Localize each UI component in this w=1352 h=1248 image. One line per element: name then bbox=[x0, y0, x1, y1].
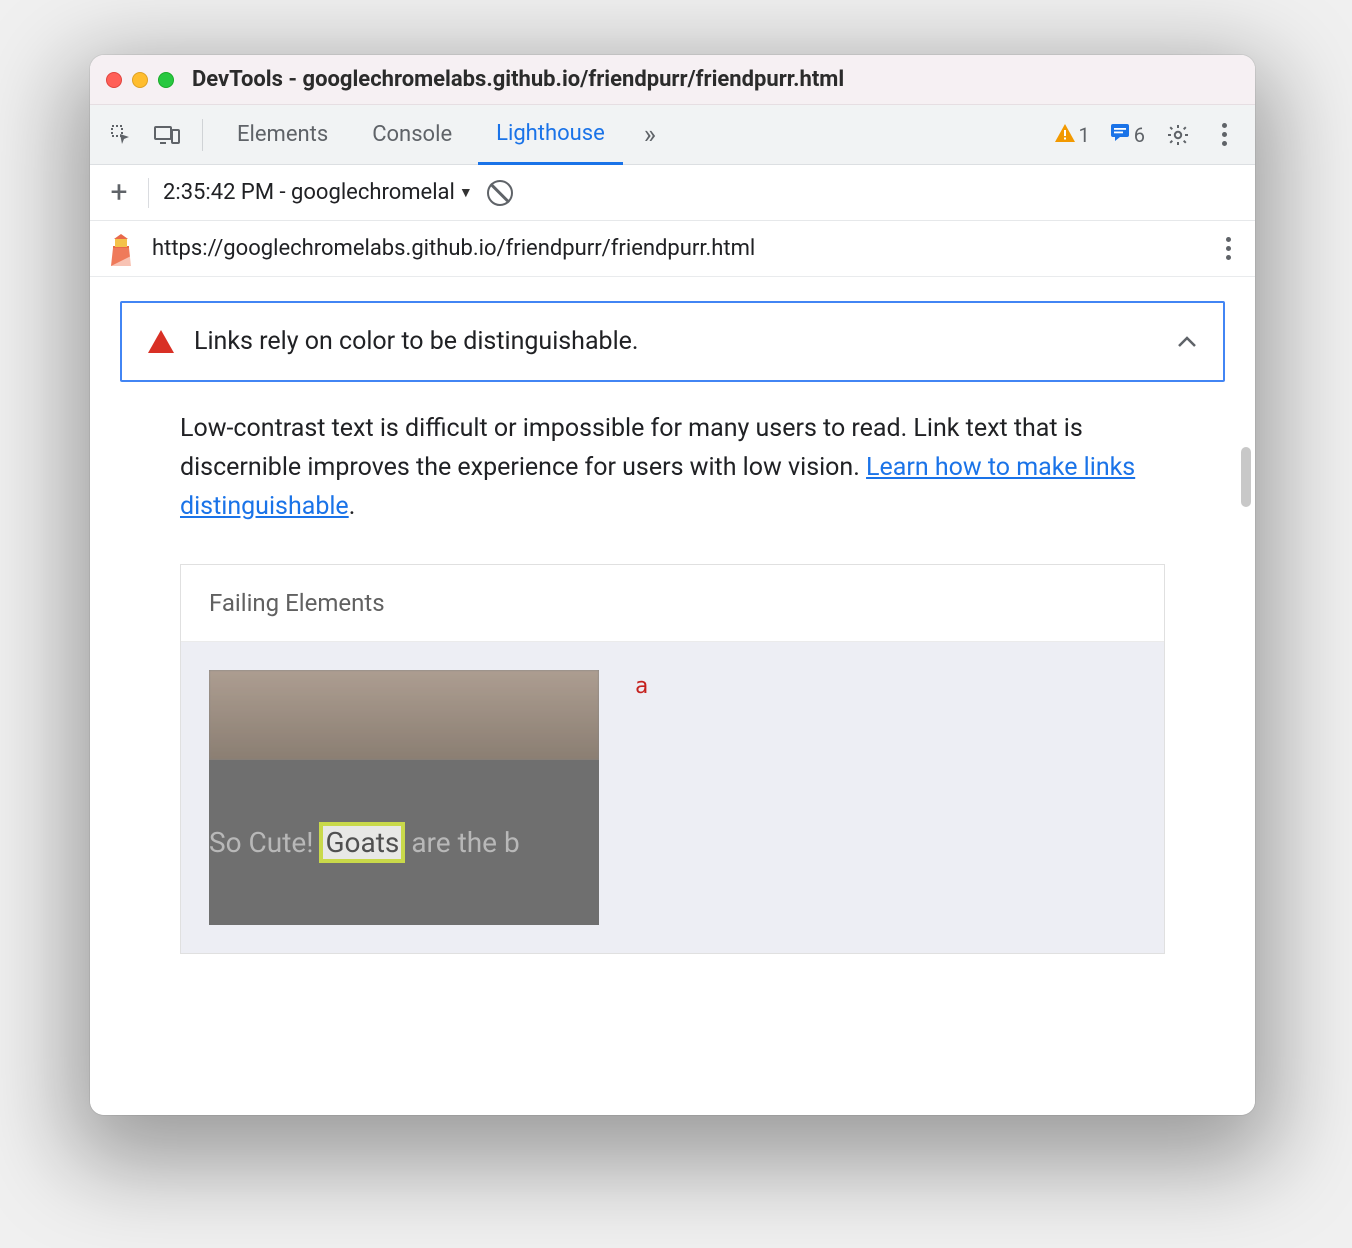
warning-count: 1 bbox=[1079, 123, 1090, 147]
report-content: Links rely on color to be distinguishabl… bbox=[90, 277, 1255, 1115]
device-toggle-icon[interactable] bbox=[148, 116, 186, 154]
thumb-text-highlight: Goats bbox=[319, 822, 405, 863]
divider bbox=[202, 119, 203, 151]
window-title: DevTools - googlechromelabs.github.io/fr… bbox=[192, 67, 844, 92]
audit-description: Low-contrast text is difficult or imposs… bbox=[120, 382, 1225, 536]
scrollbar-thumb[interactable] bbox=[1241, 447, 1251, 507]
chevron-up-icon bbox=[1177, 329, 1197, 354]
report-url-bar: https://googlechromelabs.github.io/frien… bbox=[90, 221, 1255, 277]
report-selector[interactable]: 2:35:42 PM - googlechromelal ▼ bbox=[163, 180, 473, 205]
warnings-badge[interactable]: 1 bbox=[1055, 123, 1090, 147]
message-icon bbox=[1110, 122, 1130, 147]
window-controls bbox=[106, 72, 174, 88]
thumb-text-pre: So Cute! bbox=[209, 826, 313, 859]
report-label: 2:35:42 PM - googlechromelal bbox=[163, 180, 455, 205]
report-menu-icon[interactable] bbox=[1220, 231, 1237, 266]
warning-icon bbox=[1055, 123, 1075, 147]
clear-icon[interactable] bbox=[487, 180, 513, 206]
element-screenshot[interactable]: So Cute! Goats are the b bbox=[209, 670, 599, 925]
lighthouse-icon bbox=[108, 234, 134, 264]
thumb-text-post: are the b bbox=[411, 826, 519, 859]
chevron-down-icon: ▼ bbox=[459, 184, 473, 201]
close-icon[interactable] bbox=[106, 72, 122, 88]
element-tag[interactable]: a bbox=[635, 670, 648, 699]
new-report-button[interactable]: + bbox=[104, 175, 134, 210]
tab-elements[interactable]: Elements bbox=[219, 106, 346, 163]
tab-console[interactable]: Console bbox=[354, 106, 470, 163]
maximize-icon[interactable] bbox=[158, 72, 174, 88]
minimize-icon[interactable] bbox=[132, 72, 148, 88]
inspect-icon[interactable] bbox=[102, 116, 140, 154]
messages-badge[interactable]: 6 bbox=[1110, 122, 1145, 147]
audit-title: Links rely on color to be distinguishabl… bbox=[194, 327, 639, 356]
divider bbox=[148, 178, 149, 208]
failing-elements-section: Failing Elements So Cute! Goats are the … bbox=[180, 564, 1165, 954]
tab-lighthouse[interactable]: Lighthouse bbox=[478, 105, 623, 165]
message-count: 6 bbox=[1134, 123, 1145, 147]
report-url: https://googlechromelabs.github.io/frien… bbox=[152, 236, 1202, 261]
audit-header[interactable]: Links rely on color to be distinguishabl… bbox=[120, 301, 1225, 382]
failing-elements-body: So Cute! Goats are the b a bbox=[181, 642, 1164, 953]
error-icon bbox=[148, 330, 174, 353]
failing-elements-heading: Failing Elements bbox=[181, 565, 1164, 642]
settings-icon[interactable] bbox=[1159, 116, 1197, 154]
devtools-tabs: Elements Console Lighthouse » 1 6 bbox=[90, 105, 1255, 165]
audit-description-suffix: . bbox=[349, 492, 356, 521]
lighthouse-toolbar: + 2:35:42 PM - googlechromelal ▼ bbox=[90, 165, 1255, 221]
devtools-window: DevTools - googlechromelabs.github.io/fr… bbox=[90, 55, 1255, 1115]
more-icon[interactable] bbox=[1205, 116, 1243, 154]
tabs-overflow-icon[interactable]: » bbox=[631, 116, 669, 154]
titlebar: DevTools - googlechromelabs.github.io/fr… bbox=[90, 55, 1255, 105]
